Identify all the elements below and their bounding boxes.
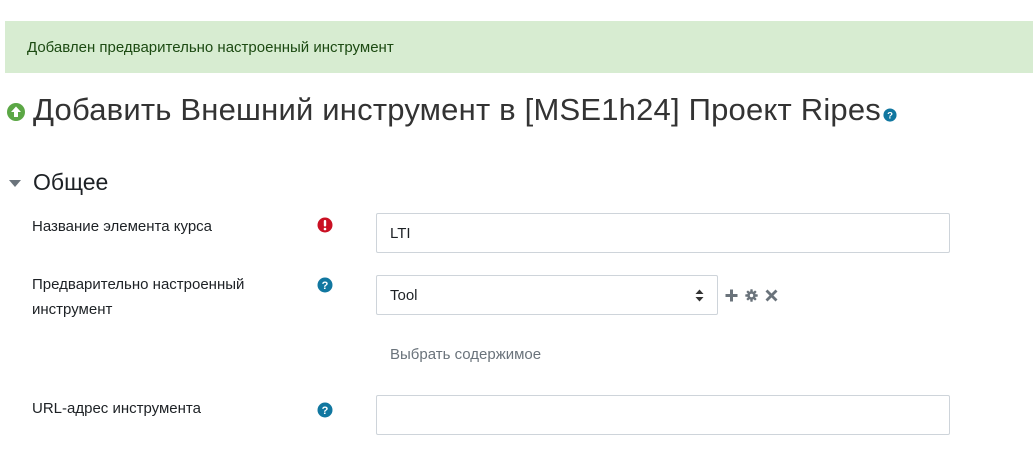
upload-arrow-icon — [7, 103, 25, 121]
section-general-toggle[interactable]: Общее — [8, 169, 108, 196]
help-icon[interactable]: ? — [317, 402, 333, 418]
page-header: Добавить Внешний инструмент в [MSE1h24] … — [6, 92, 897, 128]
success-alert: Добавлен предварительно настроенный инст… — [5, 21, 1033, 73]
alert-message: Добавлен предварительно настроенный инст… — [27, 38, 394, 56]
close-icon[interactable] — [765, 289, 778, 302]
gear-icon[interactable] — [745, 289, 758, 302]
help-icon[interactable]: ? — [317, 277, 333, 293]
svg-text:?: ? — [322, 280, 329, 292]
select-content-button[interactable]: Выбрать содержимое — [390, 346, 541, 363]
tool-actions — [725, 289, 778, 302]
page-title: Добавить Внешний инструмент в [MSE1h24] … — [33, 92, 881, 127]
tool-url-input[interactable] — [376, 395, 950, 435]
preconfigured-tool-select[interactable]: Tool — [376, 275, 718, 315]
select-arrows-icon — [695, 289, 704, 301]
help-icon[interactable]: ? — [883, 108, 897, 122]
chevron-down-icon[interactable] — [8, 176, 22, 190]
activity-name-input[interactable] — [376, 213, 950, 253]
tool-url-label: URL-адрес инструмента — [32, 400, 201, 417]
svg-text:?: ? — [887, 111, 893, 122]
svg-text:?: ? — [322, 405, 329, 417]
add-icon[interactable] — [725, 289, 738, 302]
section-title: Общее — [33, 169, 109, 195]
preconfigured-tool-selected: Tool — [390, 286, 418, 304]
required-icon — [317, 217, 333, 233]
activity-name-label: Название элемента курса — [32, 218, 213, 235]
preconfigured-tool-label: Предварительно настроенный инструмент — [32, 276, 245, 318]
